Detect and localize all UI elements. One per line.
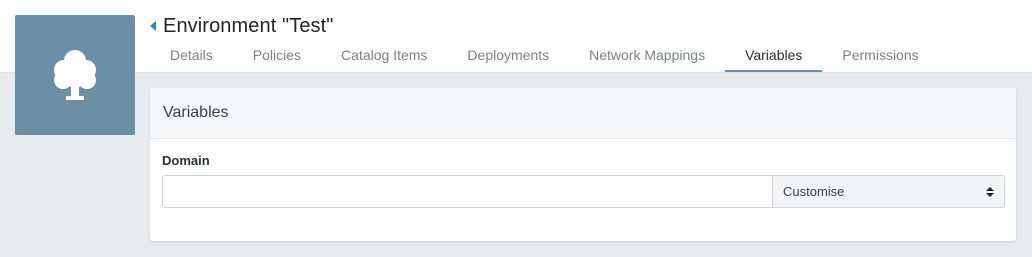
tab-deployments[interactable]: Deployments	[447, 40, 569, 72]
domain-mode-select[interactable]: Customise	[772, 176, 1004, 207]
panel-title: Variables	[150, 88, 1016, 139]
domain-input[interactable]	[163, 176, 772, 207]
domain-field-row: Customise	[162, 175, 1005, 208]
tab-catalog-items[interactable]: Catalog Items	[321, 40, 447, 72]
select-arrows-icon	[986, 186, 994, 197]
page-title: Environment "Test"	[163, 14, 334, 37]
title-row: Environment "Test"	[150, 14, 334, 38]
back-icon[interactable]	[150, 21, 156, 31]
tab-bar: Details Policies Catalog Items Deploymen…	[150, 40, 939, 72]
tab-details[interactable]: Details	[150, 40, 233, 72]
tab-policies[interactable]: Policies	[233, 40, 321, 72]
domain-mode-value: Customise	[783, 184, 845, 199]
tree-icon	[54, 50, 96, 100]
tab-variables[interactable]: Variables	[725, 40, 823, 72]
tab-permissions[interactable]: Permissions	[822, 40, 938, 72]
environment-tile	[15, 15, 135, 135]
variables-panel: Variables Domain Customise	[150, 88, 1016, 241]
domain-label: Domain	[162, 153, 210, 168]
environment-page: Environment "Test" Details Policies Cata…	[0, 0, 1032, 257]
tab-network-mappings[interactable]: Network Mappings	[569, 40, 725, 72]
